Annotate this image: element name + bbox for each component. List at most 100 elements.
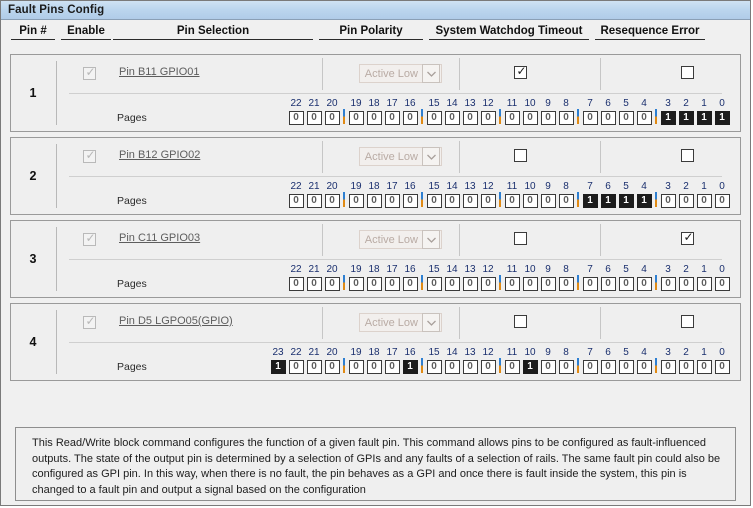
page-bit-toggle[interactable]: 1 — [270, 360, 286, 374]
page-bit-toggle[interactable]: 0 — [660, 194, 676, 208]
page-bit-toggle[interactable]: 1 — [714, 111, 730, 125]
page-bit-toggle[interactable]: 0 — [306, 111, 322, 125]
page-bit-toggle[interactable]: 0 — [348, 277, 364, 291]
pin-selection-link[interactable]: Pin B12 GPIO02 — [119, 149, 200, 161]
system-watchdog-timeout-checkbox[interactable] — [514, 315, 527, 328]
page-bit-toggle[interactable]: 1 — [696, 111, 712, 125]
page-bit-toggle[interactable]: 0 — [384, 111, 400, 125]
page-bit-toggle[interactable]: 0 — [558, 277, 574, 291]
page-bit-toggle[interactable]: 0 — [558, 194, 574, 208]
page-bit-toggle[interactable]: 0 — [540, 360, 556, 374]
page-bit-toggle[interactable]: 0 — [462, 111, 478, 125]
page-bit-toggle[interactable]: 0 — [444, 194, 460, 208]
page-bit-toggle[interactable]: 0 — [696, 360, 712, 374]
page-bit-toggle[interactable]: 0 — [384, 277, 400, 291]
page-bit-toggle[interactable]: 0 — [540, 111, 556, 125]
page-bit-toggle[interactable]: 0 — [540, 277, 556, 291]
page-bit-toggle[interactable]: 0 — [678, 360, 694, 374]
page-bit-toggle[interactable]: 0 — [384, 360, 400, 374]
page-bit-toggle[interactable]: 0 — [618, 111, 634, 125]
page-bit-toggle[interactable]: 0 — [288, 194, 304, 208]
page-bit-toggle[interactable]: 0 — [540, 194, 556, 208]
page-bit-toggle[interactable]: 0 — [696, 194, 712, 208]
page-bit-toggle[interactable]: 0 — [324, 111, 340, 125]
page-bit-toggle[interactable]: 0 — [636, 360, 652, 374]
page-bit-toggle[interactable]: 0 — [600, 111, 616, 125]
page-bit-toggle[interactable]: 0 — [636, 277, 652, 291]
page-bit-toggle[interactable]: 0 — [558, 360, 574, 374]
page-bit-toggle[interactable]: 0 — [504, 111, 520, 125]
page-bit-toggle[interactable]: 1 — [600, 194, 616, 208]
page-bit-toggle[interactable]: 0 — [480, 194, 496, 208]
page-bit-toggle[interactable]: 0 — [660, 277, 676, 291]
resequence-error-checkbox[interactable] — [681, 315, 694, 328]
page-bit-toggle[interactable]: 0 — [426, 360, 442, 374]
page-bit-toggle[interactable]: 1 — [660, 111, 676, 125]
system-watchdog-timeout-checkbox[interactable] — [514, 149, 527, 162]
page-bit-toggle[interactable]: 0 — [480, 277, 496, 291]
page-bit-toggle[interactable]: 0 — [426, 194, 442, 208]
pin-selection-link[interactable]: Pin D5 LGPO05(GPIO) — [119, 315, 233, 327]
page-bit-toggle[interactable]: 0 — [582, 111, 598, 125]
page-bit-toggle[interactable]: 0 — [288, 277, 304, 291]
page-bit-toggle[interactable]: 0 — [366, 111, 382, 125]
pin-selection-link[interactable]: Pin C11 GPIO03 — [119, 232, 200, 244]
page-bit-toggle[interactable]: 0 — [600, 360, 616, 374]
page-bit-toggle[interactable]: 0 — [288, 111, 304, 125]
page-bit-toggle[interactable]: 0 — [480, 111, 496, 125]
page-bit-toggle[interactable]: 0 — [306, 360, 322, 374]
page-bit-toggle[interactable]: 0 — [636, 111, 652, 125]
page-bit-toggle[interactable]: 0 — [582, 360, 598, 374]
page-bit-toggle[interactable]: 0 — [678, 277, 694, 291]
page-bit-toggle[interactable]: 0 — [324, 360, 340, 374]
page-bit-toggle[interactable]: 0 — [306, 277, 322, 291]
page-bit-toggle[interactable]: 0 — [306, 194, 322, 208]
page-bit-toggle[interactable]: 0 — [504, 194, 520, 208]
pin-selection-link[interactable]: Pin B11 GPIO01 — [119, 66, 200, 78]
page-bit-toggle[interactable]: 0 — [402, 277, 418, 291]
page-bit-toggle[interactable]: 0 — [678, 194, 694, 208]
page-bit-toggle[interactable]: 0 — [696, 277, 712, 291]
page-bit-toggle[interactable]: 0 — [366, 194, 382, 208]
page-bit-toggle[interactable]: 0 — [660, 360, 676, 374]
page-bit-toggle[interactable]: 1 — [402, 360, 418, 374]
system-watchdog-timeout-checkbox[interactable]: ✓ — [514, 65, 527, 79]
page-bit-toggle[interactable]: 0 — [600, 277, 616, 291]
page-bit-toggle[interactable]: 0 — [714, 194, 730, 208]
page-bit-toggle[interactable]: 0 — [348, 111, 364, 125]
page-bit-toggle[interactable]: 0 — [480, 360, 496, 374]
page-bit-toggle[interactable]: 0 — [618, 360, 634, 374]
page-bit-toggle[interactable]: 1 — [678, 111, 694, 125]
page-bit-toggle[interactable]: 0 — [324, 277, 340, 291]
page-bit-toggle[interactable]: 0 — [714, 277, 730, 291]
page-bit-toggle[interactable]: 0 — [366, 360, 382, 374]
page-bit-toggle[interactable]: 0 — [444, 111, 460, 125]
page-bit-toggle[interactable]: 0 — [444, 277, 460, 291]
page-bit-toggle[interactable]: 0 — [384, 194, 400, 208]
page-bit-toggle[interactable]: 1 — [522, 360, 538, 374]
page-bit-toggle[interactable]: 0 — [558, 111, 574, 125]
page-bit-toggle[interactable]: 0 — [324, 194, 340, 208]
page-bit-toggle[interactable]: 0 — [714, 360, 730, 374]
page-bit-toggle[interactable]: 0 — [504, 277, 520, 291]
page-bit-toggle[interactable]: 0 — [618, 277, 634, 291]
page-bit-toggle[interactable]: 0 — [582, 277, 598, 291]
page-bit-toggle[interactable]: 0 — [348, 194, 364, 208]
resequence-error-checkbox[interactable] — [681, 149, 694, 162]
system-watchdog-timeout-checkbox[interactable] — [514, 232, 527, 245]
page-bit-toggle[interactable]: 1 — [636, 194, 652, 208]
page-bit-toggle[interactable]: 0 — [522, 277, 538, 291]
page-bit-toggle[interactable]: 0 — [366, 277, 382, 291]
page-bit-toggle[interactable]: 0 — [462, 277, 478, 291]
page-bit-toggle[interactable]: 0 — [402, 111, 418, 125]
page-bit-toggle[interactable]: 0 — [504, 360, 520, 374]
page-bit-toggle[interactable]: 1 — [618, 194, 634, 208]
resequence-error-checkbox[interactable]: ✓ — [681, 231, 694, 245]
page-bit-toggle[interactable]: 0 — [402, 194, 418, 208]
page-bit-toggle[interactable]: 0 — [426, 277, 442, 291]
page-bit-toggle[interactable]: 0 — [288, 360, 304, 374]
page-bit-toggle[interactable]: 0 — [426, 111, 442, 125]
page-bit-toggle[interactable]: 0 — [522, 111, 538, 125]
page-bit-toggle[interactable]: 0 — [462, 360, 478, 374]
page-bit-toggle[interactable]: 1 — [582, 194, 598, 208]
